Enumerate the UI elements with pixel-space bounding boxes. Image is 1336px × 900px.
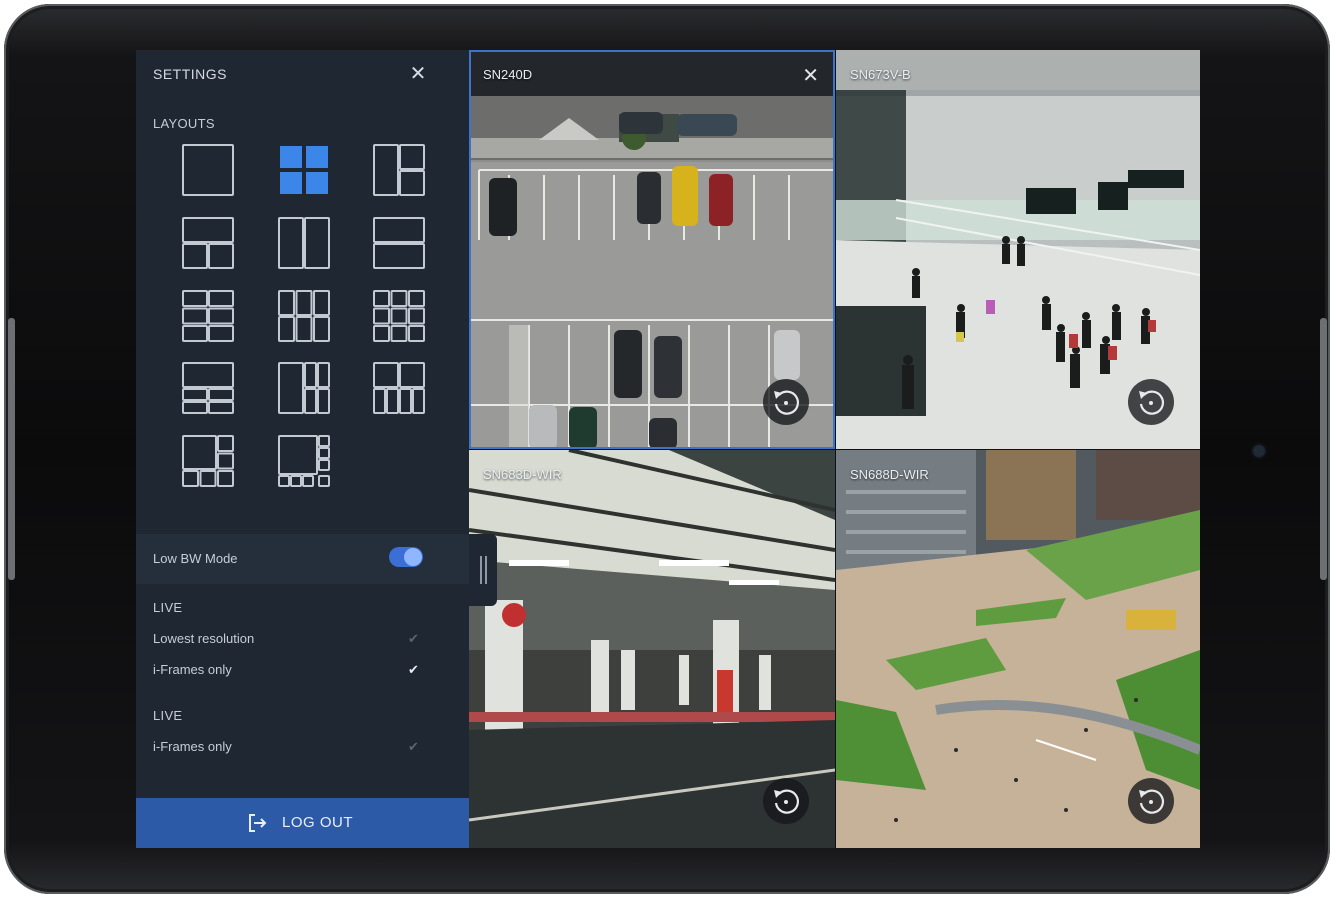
replay-icon[interactable]	[1128, 379, 1174, 425]
layout-grid-2x3-icon[interactable]	[181, 289, 235, 343]
camera-tile-2[interactable]: SN673V-B	[836, 50, 1200, 449]
layout-two-columns-icon[interactable]	[277, 216, 331, 270]
layout-top-wide-two-bottom-icon[interactable]	[181, 216, 235, 270]
checkmark-icon[interactable]: ✔	[408, 631, 419, 647]
camera-label: SN673V-B	[850, 67, 911, 82]
camera-label: SN688D-WIR	[850, 467, 929, 482]
layout-top-two-bottom-four-icon[interactable]	[372, 361, 426, 415]
layout-large-left-four-right-icon[interactable]	[277, 361, 331, 415]
replay-icon[interactable]	[1128, 778, 1174, 824]
toggle-knob	[404, 548, 422, 566]
layouts-label: LAYOUTS	[153, 116, 215, 131]
front-camera	[1253, 445, 1265, 457]
replay-icon[interactable]	[763, 379, 809, 425]
settings-title: SETTINGS	[153, 66, 228, 82]
live-heading: LIVE	[153, 600, 183, 615]
close-icon[interactable]: ✕	[408, 64, 428, 84]
layout-two-rows-icon[interactable]	[372, 216, 426, 270]
layout-grid-3x3-dense-icon[interactable]	[372, 289, 426, 343]
layout-large-topleft-strip-icon[interactable]	[277, 434, 331, 488]
checkmark-icon[interactable]: ✔	[408, 739, 419, 755]
panel-drag-handle[interactable]	[469, 534, 497, 606]
logout-label: LOG OUT	[282, 814, 354, 831]
option-lowest-resolution[interactable]: Lowest resolution	[153, 631, 254, 646]
side-button-right	[1320, 318, 1327, 580]
layout-top-wide-four-bottom-icon[interactable]	[181, 361, 235, 415]
close-icon[interactable]: ✕	[802, 63, 819, 88]
layout-large-topleft-mixed-icon[interactable]	[181, 434, 235, 488]
option-iframes-only[interactable]: i-Frames only	[153, 739, 232, 754]
low-bw-label: Low BW Mode	[153, 551, 238, 566]
layout-large-left-two-right-icon[interactable]	[372, 143, 426, 197]
live-heading: LIVE	[153, 708, 183, 723]
option-iframes-only[interactable]: i-Frames only	[153, 662, 232, 677]
layout-single-icon[interactable]	[181, 143, 235, 197]
settings-panel: SETTINGS ✕ LAYOUTS Low BW Mode LIVE Lowe…	[136, 50, 469, 848]
checkmark-icon[interactable]: ✔	[408, 662, 419, 678]
low-bw-row: Low BW Mode	[136, 534, 469, 584]
camera-tile-3[interactable]: SN683D-WIR	[469, 450, 835, 848]
camera-tile-1[interactable]: SN240D ✕	[469, 50, 835, 449]
layout-grid-2x2-icon[interactable]	[277, 143, 331, 197]
layout-grid-3x3-icon[interactable]	[277, 289, 331, 343]
logout-button[interactable]: LOG OUT	[136, 798, 469, 848]
replay-icon[interactable]	[763, 778, 809, 824]
side-button-left	[8, 318, 15, 580]
logout-icon	[249, 814, 267, 832]
camera-label: SN240D	[483, 67, 533, 82]
low-bw-toggle[interactable]	[389, 547, 423, 567]
camera-tile-4[interactable]: SN688D-WIR	[836, 450, 1200, 848]
camera-label: SN683D-WIR	[483, 467, 562, 482]
app-screen: SN240D ✕ SN673V-B SN683D-WIR SN688D-WIR …	[136, 50, 1200, 848]
